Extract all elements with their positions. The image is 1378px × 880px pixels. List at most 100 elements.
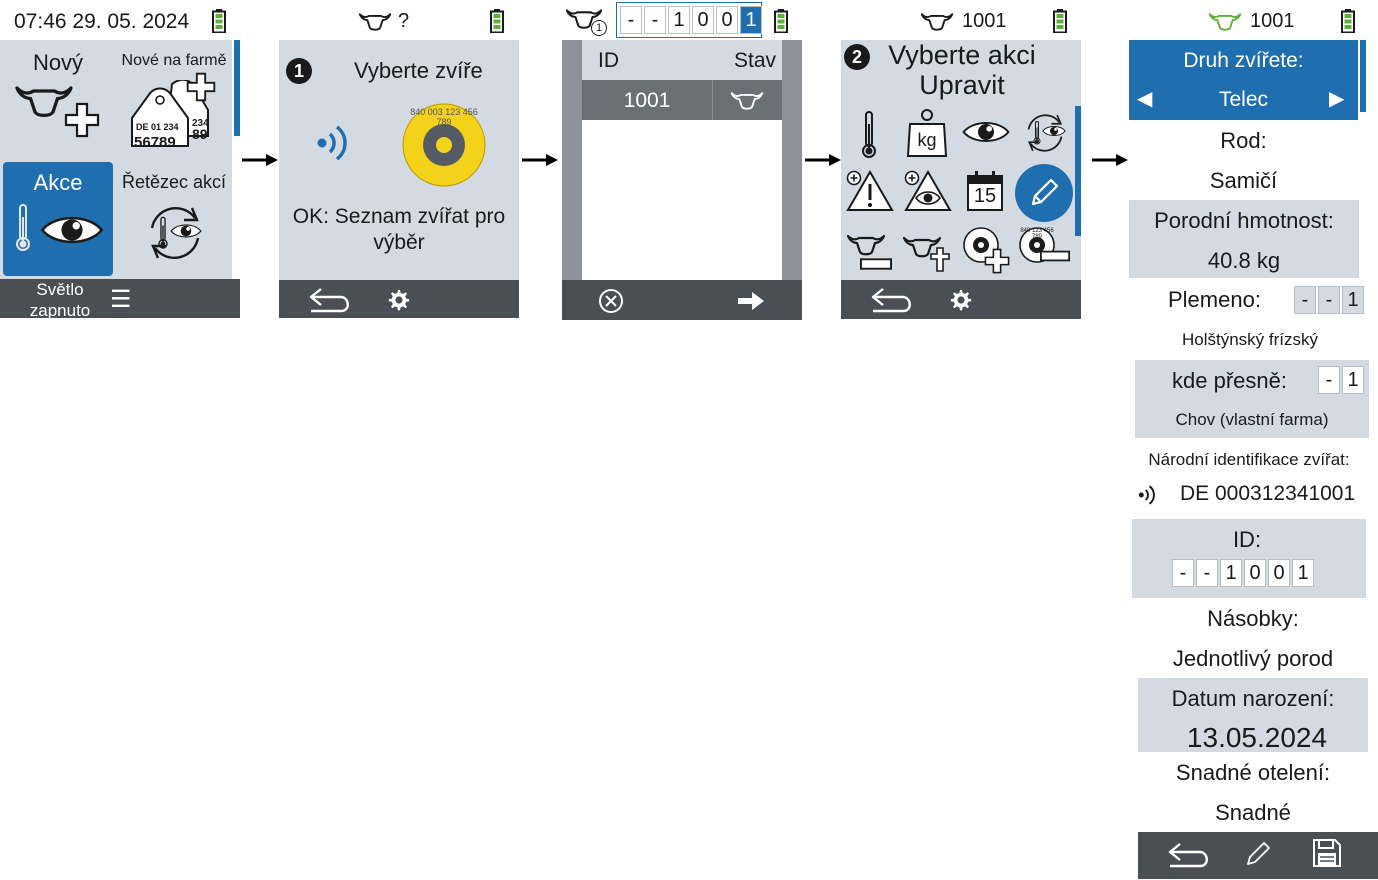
id-digit[interactable]: 0 <box>1244 559 1266 587</box>
cross-icon <box>930 247 950 272</box>
where-label: kde přesně: <box>1172 368 1287 393</box>
eye-triangle <box>904 170 952 211</box>
id-digit-selected[interactable]: 1 <box>740 6 762 34</box>
next-arrow-icon[interactable] <box>736 290 766 312</box>
tile-new-farm-label: Nové na farmě <box>121 52 227 69</box>
species-selector[interactable]: Druh zvířete: ◀ Telec ▶ <box>1129 40 1358 120</box>
kg-label: kg <box>917 130 937 150</box>
edit-action-selected[interactable] <box>1015 164 1073 222</box>
cancel-icon[interactable] <box>598 288 624 314</box>
status-time: 07:46 29. 05. 2024 <box>14 10 190 33</box>
breed-label: Plemeno: <box>1168 287 1261 312</box>
minus-icon <box>1040 250 1070 262</box>
alert-add-icon[interactable] <box>846 168 894 212</box>
minus-icon <box>860 258 892 270</box>
id-digit-row: --1001 <box>620 6 764 34</box>
observation-add-icon[interactable] <box>904 168 952 212</box>
next-arrow-icon[interactable]: ▶ <box>1329 86 1344 111</box>
tile-actions[interactable]: Akce <box>3 162 113 276</box>
remove-tag-icon[interactable]: 840 123 456 789 <box>1018 226 1072 270</box>
heading: Vyberte akci Upravit <box>880 40 1044 100</box>
battery-icon <box>1053 9 1067 33</box>
scrollbar[interactable] <box>234 40 240 136</box>
row-id: 1001 <box>623 89 671 112</box>
heading-line-2: Upravit <box>919 70 1005 100</box>
light-toggle[interactable]: Světlo zapnuto <box>22 279 98 321</box>
list-item[interactable]: 1001 <box>582 80 782 120</box>
id-digit[interactable]: 0 <box>692 6 714 34</box>
id-digit[interactable]: 0 <box>716 6 738 34</box>
breed-code[interactable]: --1 <box>1294 286 1366 314</box>
birth-weight-value: 40.8 kg <box>1207 248 1281 273</box>
id-code[interactable]: --1001 <box>1172 559 1316 587</box>
id-digit[interactable]: 1 <box>1292 559 1314 587</box>
eye-icon <box>170 222 202 240</box>
gear-icon[interactable] <box>949 288 973 312</box>
tile-new-label: Nový <box>32 50 84 75</box>
cow-icon <box>846 232 886 256</box>
battery-icon <box>212 9 226 33</box>
breed-digit[interactable]: - <box>1318 286 1340 314</box>
id-digit[interactable]: - <box>620 6 642 34</box>
disc-text: 840 123 456 789 <box>1020 228 1054 240</box>
species-label: Druh zvířete: <box>1183 49 1304 72</box>
gear-icon[interactable] <box>387 288 411 312</box>
sex-value[interactable]: Samičí <box>1129 168 1358 194</box>
status-animal-id: ? <box>398 10 410 32</box>
scrollbar[interactable] <box>1360 40 1366 112</box>
birth-date-value: 13.05.2024 <box>1186 722 1328 753</box>
death-icon[interactable] <box>902 230 952 272</box>
where-digit[interactable]: - <box>1318 366 1340 394</box>
tile-new-on-farm[interactable]: Nové na farmě 234 89 DE 01 234 56789 <box>116 42 232 152</box>
rfid-icon <box>1138 480 1160 510</box>
scrollbar[interactable] <box>1075 106 1081 236</box>
thermometer-icon[interactable] <box>859 110 879 160</box>
tile-action-chain[interactable]: Řetězec akcí <box>116 162 232 276</box>
id-digit[interactable]: 1 <box>668 6 690 34</box>
back-icon[interactable] <box>307 286 353 314</box>
thermometer-icon <box>156 216 170 250</box>
weigh-icon[interactable]: kg <box>906 108 948 158</box>
breed-digit[interactable]: - <box>1294 286 1316 314</box>
flow-arrow-icon <box>522 154 558 166</box>
count-badge: 1 <box>591 20 607 36</box>
add-tag-icon[interactable] <box>962 226 1012 274</box>
breed-digit[interactable]: 1 <box>1342 286 1364 314</box>
multiples-value[interactable]: Jednotlivý porod <box>1138 646 1368 672</box>
id-digit[interactable]: 0 <box>1268 559 1290 587</box>
cow-icon <box>358 10 392 32</box>
where-digit[interactable]: 1 <box>1342 366 1364 394</box>
plus-icon <box>186 72 216 102</box>
id-input[interactable]: --1001 <box>616 2 762 38</box>
tile-new[interactable]: Nový <box>0 42 116 152</box>
id-digit[interactable]: 1 <box>1220 559 1242 587</box>
status-animal-id: 1001 <box>962 10 1007 32</box>
flow-arrow-icon <box>242 154 278 166</box>
sex-label: Rod: <box>1220 128 1267 153</box>
where-code[interactable]: -1 <box>1318 366 1366 394</box>
heading-line-1: Vyberte akci <box>888 40 1036 70</box>
menu-icon[interactable]: ☰ <box>110 285 132 314</box>
breed-value: Holštýnský frízský <box>1181 330 1319 349</box>
save-icon[interactable] <box>1312 838 1342 868</box>
id-digit[interactable]: - <box>644 6 666 34</box>
pencil-icon <box>1031 178 1059 206</box>
footer-bar <box>562 280 802 320</box>
rfid-icon <box>316 118 356 168</box>
calendar-icon[interactable]: 15 <box>966 170 1004 212</box>
easy-calving-value[interactable]: Snadné <box>1138 800 1368 826</box>
id-digit[interactable]: - <box>1196 559 1218 587</box>
tag-line1: DE 01 234 <box>136 122 179 132</box>
species-value: Telec <box>1218 88 1269 111</box>
remove-animal-icon[interactable] <box>846 232 892 272</box>
footer-bar <box>841 280 1081 319</box>
back-icon[interactable] <box>869 286 915 314</box>
footer-bar: Světlo zapnuto ☰ <box>0 279 240 321</box>
calendar-day: 15 <box>973 185 997 207</box>
eye-icon[interactable] <box>962 118 1010 146</box>
id-digit[interactable]: - <box>1172 559 1194 587</box>
cow-icon <box>920 10 954 32</box>
action-chain-icon[interactable] <box>1020 108 1070 158</box>
pencil-icon[interactable] <box>1244 840 1272 868</box>
back-icon[interactable] <box>1166 841 1212 869</box>
